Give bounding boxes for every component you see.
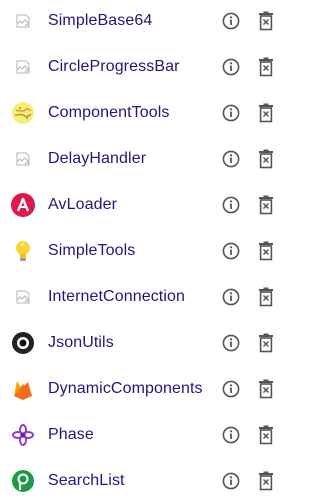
info-circle-icon[interactable] — [221, 57, 241, 77]
broken-image-icon — [10, 8, 36, 34]
library-name-link[interactable]: JsonUtils — [48, 334, 114, 352]
library-row: JsonUtils — [0, 320, 280, 366]
library-name-link[interactable]: Phase — [48, 426, 94, 444]
library-name-link[interactable]: AvLoader — [48, 196, 117, 214]
info-circle-icon[interactable] — [221, 103, 241, 123]
info-circle-icon[interactable] — [221, 195, 241, 215]
library-name-link[interactable]: CircleProgressBar — [48, 58, 180, 76]
info-circle-icon[interactable] — [221, 11, 241, 31]
firebase-flame-icon — [10, 376, 36, 402]
searchlist-logo-icon — [10, 468, 36, 494]
info-circle-icon[interactable] — [221, 425, 241, 445]
info-circle-icon[interactable] — [221, 241, 241, 261]
library-name-link[interactable]: InternetConnection — [48, 288, 185, 306]
library-row: Phase — [0, 412, 280, 458]
library-name-link[interactable]: ComponentTools — [48, 104, 169, 122]
library-name-link[interactable]: DelayHandler — [48, 150, 146, 168]
trash-icon[interactable] — [256, 378, 276, 400]
trash-icon[interactable] — [256, 194, 276, 216]
broken-image-icon — [10, 146, 36, 172]
library-name-link[interactable]: SearchList — [48, 472, 125, 490]
library-row: DelayHandler — [0, 136, 280, 182]
library-row: CircleProgressBar — [0, 44, 280, 90]
library-row: DynamicComponents — [0, 366, 280, 412]
trash-icon[interactable] — [256, 56, 276, 78]
library-name-link[interactable]: DynamicComponents — [48, 380, 203, 398]
library-row: ComponentTools — [0, 90, 280, 136]
library-row: AvLoader — [0, 182, 280, 228]
info-circle-icon[interactable] — [221, 471, 241, 491]
library-name-link[interactable]: SimpleBase64 — [48, 12, 152, 30]
trash-icon[interactable] — [256, 424, 276, 446]
phase-flower-icon — [10, 422, 36, 448]
library-name-link[interactable]: SimpleTools — [48, 242, 135, 260]
lightbulb-icon — [10, 238, 36, 264]
library-list: SimpleBase64 CircleProgressBar Component… — [0, 0, 280, 500]
broken-image-icon — [10, 284, 36, 310]
info-circle-icon[interactable] — [221, 379, 241, 399]
library-row: InternetConnection — [0, 274, 280, 320]
trash-icon[interactable] — [256, 10, 276, 32]
jsonutils-logo-icon — [10, 330, 36, 356]
componenttools-logo-icon — [10, 100, 36, 126]
trash-icon[interactable] — [256, 148, 276, 170]
trash-icon[interactable] — [256, 286, 276, 308]
library-row: SearchList — [0, 458, 280, 504]
info-circle-icon[interactable] — [221, 149, 241, 169]
info-circle-icon[interactable] — [221, 287, 241, 307]
trash-icon[interactable] — [256, 240, 276, 262]
library-row: SimpleTools — [0, 228, 280, 274]
library-row: SimpleBase64 — [0, 0, 280, 44]
trash-icon[interactable] — [256, 470, 276, 492]
avloader-logo-icon — [10, 192, 36, 218]
trash-icon[interactable] — [256, 102, 276, 124]
trash-icon[interactable] — [256, 332, 276, 354]
broken-image-icon — [10, 54, 36, 80]
info-circle-icon[interactable] — [221, 333, 241, 353]
